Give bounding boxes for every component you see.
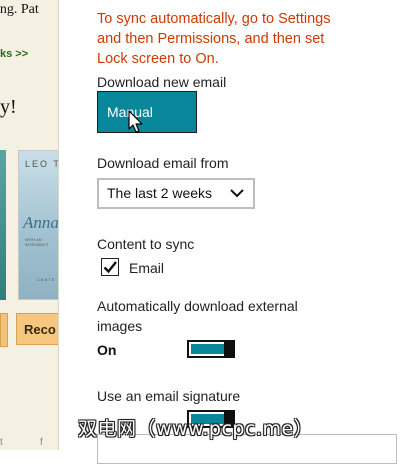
book-subtitle: WITH AN INTRODUCT [25,237,49,247]
account-settings-flyout: To sync automatically, go to Settings an… [59,0,402,464]
background-book-cover[interactable]: LEO T Anna WITH AN INTRODUCT CENTE [18,150,59,300]
sync-permission-note: To sync automatically, go to Settings an… [97,11,331,67]
book-author: LEO T [25,159,59,169]
background-footer-text: t [0,437,3,448]
download-email-from-label: Download email from [97,155,229,171]
auto-download-images-label: Automatically download external images [97,298,298,334]
background-headline: ing. Pat [0,2,39,17]
auto-download-images-toggle[interactable] [187,340,235,358]
chevron-down-icon [230,189,244,198]
book-title: Anna [23,213,59,232]
background-heading: y! [0,96,17,118]
download-email-from-select[interactable]: The last 2 weeks [97,178,255,209]
email-sync-label: Email [129,260,165,276]
content-to-sync-label: Content to sync [97,236,195,252]
background-recommend-button[interactable]: Reco [16,313,58,345]
toggle-fill [191,344,224,354]
download-new-email-select[interactable]: Manual [97,91,197,133]
download-new-email-label: Download new email [97,74,227,90]
download-email-from-value: The last 2 weeks [107,185,213,201]
book-footer: CENTE [37,277,56,282]
auto-download-images-state: On [97,342,117,358]
toggle-thumb [224,340,235,358]
background-book-cover-left[interactable] [0,150,6,300]
background-webpage: ing. Pat ks >> y! LEO T Anna WITH AN INT… [0,0,59,450]
site-watermark: 双电网（www.pcpc.me） [78,418,314,440]
background-link[interactable]: ks >> [0,48,28,60]
email-sync-checkbox[interactable] [101,258,119,276]
background-footer-icon[interactable]: f [40,437,43,448]
mouse-pointer-icon [128,110,143,133]
email-signature-label: Use an email signature [97,388,241,404]
background-button-left[interactable] [0,313,8,347]
checkmark-icon [103,261,117,274]
